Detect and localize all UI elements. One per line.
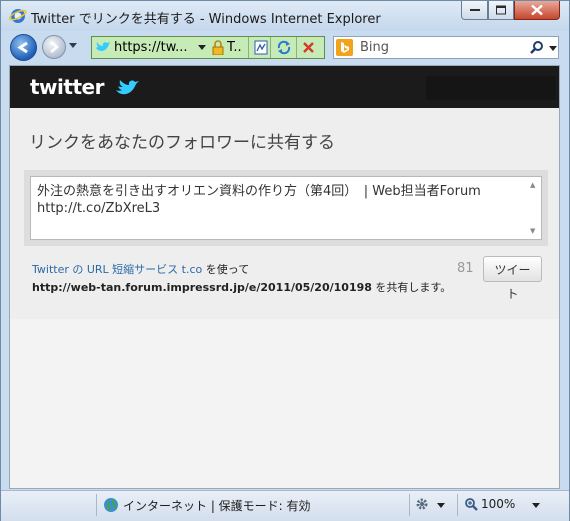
tweet-text-line: 外注の熱意を引き出すオリエン資料の作り方（第4回） | Web担当者Forum <box>37 184 481 199</box>
tweet-text: 外注の熱意を引き出すオリエン資料の作り方（第4回） | Web担当者Forum … <box>37 183 517 217</box>
window-title: Twitter でリンクを共有する - Windows Internet Exp… <box>31 12 381 27</box>
character-counter: 81 <box>457 261 474 276</box>
tco-link[interactable]: Twitter の URL 短縮サービス t.co <box>32 263 202 276</box>
lock-icon[interactable] <box>212 40 224 55</box>
tools-dropdown-icon[interactable] <box>437 503 445 508</box>
separator <box>457 494 458 516</box>
minimize-icon <box>469 9 480 11</box>
separator <box>248 37 249 58</box>
navigation-bar: https://tw... T.. Bing <box>1 31 569 63</box>
compatibility-view-icon[interactable] <box>254 40 268 55</box>
shortener-info-suffix: を使って <box>202 263 250 276</box>
page-background <box>10 319 559 488</box>
forward-arrow-icon <box>50 41 59 53</box>
title-bar: Twitter でリンクを共有する - Windows Internet Exp… <box>1 1 569 31</box>
zoom-icon[interactable] <box>464 497 479 512</box>
share-url-suffix: を共有します。 <box>371 281 452 294</box>
twitter-logo[interactable]: twitter <box>30 75 142 99</box>
close-icon <box>531 4 543 16</box>
back-button[interactable] <box>10 34 37 61</box>
maximize-icon <box>496 5 506 15</box>
scroll-up-icon[interactable]: ▲ <box>530 181 535 189</box>
back-arrow-icon <box>17 41 28 54</box>
twitter-favicon-icon <box>96 42 110 51</box>
search-box[interactable]: Bing <box>333 36 559 59</box>
address-text: https://tw... <box>114 40 188 55</box>
tweet-text-line: http://t.co/ZbXreL3 <box>37 201 161 216</box>
forward-button[interactable] <box>42 35 66 59</box>
stop-icon[interactable] <box>302 41 315 54</box>
share-url-info: http://web-tan.forum.impressrd.jp/e/2011… <box>32 279 451 295</box>
recent-pages-dropdown-icon[interactable] <box>69 43 77 48</box>
shortener-info: Twitter の URL 短縮サービス t.co を使って <box>32 261 249 277</box>
tweet-button[interactable]: ツイート <box>483 256 542 301</box>
bing-icon <box>336 39 353 56</box>
svg-text:twitter: twitter <box>30 75 105 99</box>
separator <box>270 37 271 58</box>
tweet-box-frame: 外注の熱意を引き出すオリエン資料の作り方（第4回） | Web担当者Forum … <box>24 170 548 246</box>
globe-icon <box>104 498 118 512</box>
zoom-dropdown-icon[interactable] <box>532 503 540 508</box>
twitter-header: twitter <box>10 66 559 108</box>
page-title: リンクをあなたのフォロワーに共有する <box>29 133 335 153</box>
refresh-icon[interactable] <box>276 40 292 55</box>
tab-short-label: T.. <box>227 40 242 55</box>
zoom-level[interactable]: 100% <box>481 497 515 511</box>
scroll-down-icon[interactable]: ▼ <box>530 227 535 235</box>
address-dropdown-icon[interactable] <box>198 45 206 50</box>
header-account-area <box>426 76 556 100</box>
maximize-button[interactable] <box>488 1 514 20</box>
search-icon[interactable] <box>530 40 544 55</box>
search-dropdown-icon[interactable] <box>549 46 557 51</box>
separator <box>96 494 97 516</box>
search-placeholder: Bing <box>360 40 390 55</box>
ie-logo-icon <box>9 9 27 23</box>
close-button[interactable] <box>514 1 560 20</box>
separator <box>296 37 297 58</box>
page-viewport: twitter リンクをあなたのフォロワーに共有する 外注の熱意を引き出すオリエ… <box>9 65 560 489</box>
security-zone[interactable]: インターネット | 保護モード: 有効 <box>123 497 311 514</box>
tweet-textarea[interactable]: 外注の熱意を引き出すオリエン資料の作り方（第4回） | Web担当者Forum … <box>30 176 542 240</box>
browser-window: Twitter でリンクを共有する - Windows Internet Exp… <box>0 0 570 521</box>
tools-gear-icon[interactable] <box>415 497 429 511</box>
separator <box>409 494 410 516</box>
minimize-button[interactable] <box>461 1 488 20</box>
address-bar[interactable]: https://tw... T.. <box>91 36 325 59</box>
status-bar: インターネット | 保護モード: 有効 100% <box>1 490 569 521</box>
share-url: http://web-tan.forum.impressrd.jp/e/2011… <box>32 281 372 294</box>
share-panel: リンクをあなたのフォロワーに共有する 外注の熱意を引き出すオリエン資料の作り方（… <box>10 108 559 319</box>
textarea-scrollbar[interactable]: ▲ ▼ <box>527 177 541 239</box>
